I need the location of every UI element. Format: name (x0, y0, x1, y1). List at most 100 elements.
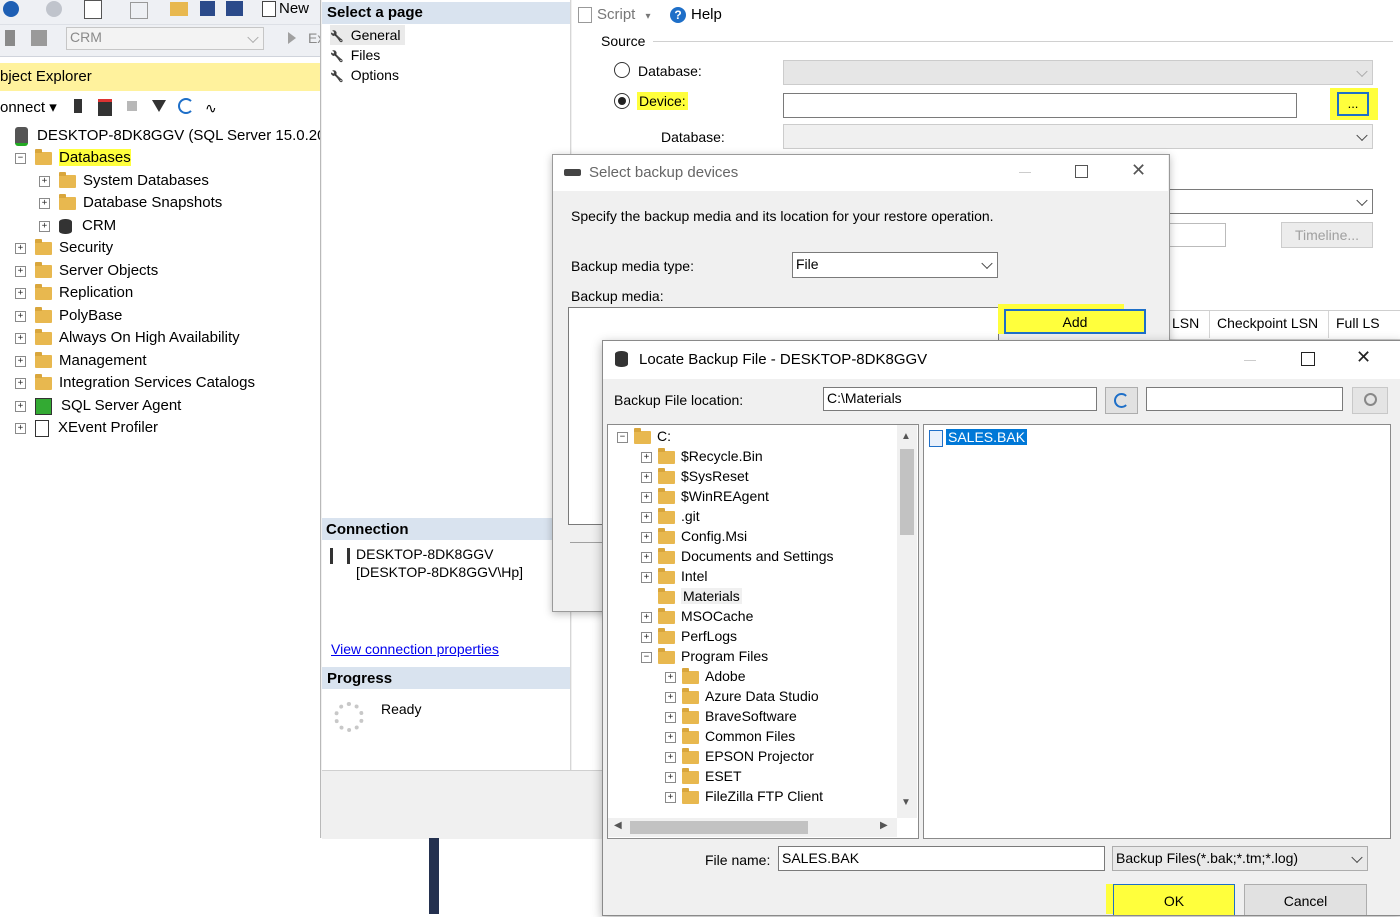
refresh-button[interactable] (1105, 387, 1138, 414)
tree-node[interactable]: Materials (641, 586, 742, 606)
page-item[interactable]: 🔧 Options (330, 65, 399, 85)
tree-node[interactable]: − C: (617, 426, 671, 446)
oe-item[interactable]: + XEvent Profiler (15, 417, 158, 439)
view-connection-properties-link[interactable]: View connection properties (331, 641, 499, 657)
new-project-icon[interactable] (84, 0, 102, 19)
media-type-combo[interactable]: File (792, 252, 998, 278)
databases-node[interactable]: − Databases (15, 147, 131, 169)
expand-icon[interactable]: + (15, 265, 26, 277)
expand-icon[interactable]: + (641, 471, 652, 483)
expand-icon[interactable]: + (665, 711, 676, 723)
new-query-button[interactable]: New (262, 0, 309, 18)
add-item-icon[interactable] (130, 2, 148, 19)
tree-node[interactable]: + ESET (665, 766, 742, 786)
file-name-field[interactable]: SALES.BAK (778, 846, 1105, 871)
tree-node[interactable]: + Azure Data Studio (665, 686, 819, 706)
expand-icon[interactable]: + (665, 671, 676, 683)
help-button[interactable]: ? Help (670, 6, 722, 24)
oe-item[interactable]: + Security (15, 237, 113, 259)
locate-minimize-button[interactable] (1244, 360, 1256, 361)
expand-icon[interactable]: + (665, 751, 676, 763)
page-item[interactable]: 🔧 Files (330, 45, 380, 65)
oe-item[interactable]: + PolyBase (15, 305, 122, 327)
expand-icon[interactable]: + (641, 451, 652, 463)
scroll-up-icon[interactable]: ▲ (901, 431, 911, 442)
device-path-field[interactable] (783, 93, 1297, 118)
script-dropdown-icon[interactable]: ▾ (646, 11, 651, 22)
connect-dropdown[interactable]: onnect ▾ (0, 98, 57, 116)
connect-plug-icon[interactable] (74, 99, 82, 113)
tree-node[interactable]: + $SysReset (641, 466, 749, 486)
oe-item[interactable]: + Always On High Availability (15, 327, 240, 349)
expand-icon[interactable]: + (665, 771, 676, 783)
expand-icon[interactable]: + (15, 287, 26, 299)
expand-icon[interactable]: + (641, 551, 652, 563)
back-icon[interactable] (3, 1, 19, 17)
filter-icon[interactable] (152, 100, 166, 112)
tree-node[interactable]: + Config.Msi (641, 526, 747, 546)
expand-icon[interactable]: + (39, 175, 50, 187)
expand-icon[interactable]: + (641, 631, 652, 643)
scroll-down-icon[interactable]: ▼ (901, 797, 911, 808)
device-radio[interactable] (614, 93, 630, 109)
forward-icon[interactable] (46, 1, 62, 17)
cancel-button[interactable]: Cancel (1244, 884, 1367, 915)
expand-icon[interactable]: + (15, 332, 26, 344)
expand-icon[interactable]: + (665, 691, 676, 703)
scroll-thumb[interactable] (900, 449, 914, 535)
timeline-button[interactable]: Timeline... (1281, 222, 1373, 248)
tree-node[interactable]: + BraveSoftware (665, 706, 797, 726)
ok-button[interactable]: OK (1113, 884, 1235, 915)
locate-close-button[interactable]: ✕ (1356, 347, 1371, 368)
locate-maximize-button[interactable] (1301, 352, 1315, 366)
grid-column-header[interactable]: Full LS (1336, 315, 1380, 331)
maximize-button[interactable] (1075, 165, 1088, 178)
column-separator[interactable] (1328, 311, 1329, 338)
execute-icon[interactable] (288, 32, 296, 44)
tree-node[interactable]: + EPSON Projector (665, 746, 814, 766)
save-all-icon[interactable] (226, 1, 243, 16)
column-separator[interactable] (1209, 311, 1210, 338)
expand-icon[interactable]: + (665, 791, 676, 803)
file-type-filter[interactable]: Backup Files(*.bak;*.tm;*.log) (1112, 846, 1368, 871)
tree-node[interactable]: + Documents and Settings (641, 546, 834, 566)
tree-node[interactable]: + $Recycle.Bin (641, 446, 763, 466)
scroll-left-icon[interactable]: ◀ (614, 820, 622, 831)
oe-item[interactable]: + SQL Server Agent (15, 395, 181, 417)
oe-db-child[interactable]: + System Databases (39, 170, 209, 192)
expand-icon[interactable]: + (15, 377, 26, 389)
oe-db-child[interactable]: + CRM (39, 215, 116, 237)
script-button[interactable]: Script ▾ (578, 6, 651, 24)
tree-node[interactable]: + $WinREAgent (641, 486, 769, 506)
refresh-icon[interactable] (178, 98, 194, 114)
oe-item[interactable]: + Replication (15, 282, 133, 304)
save-icon[interactable] (200, 1, 215, 16)
minimize-button[interactable] (1019, 172, 1031, 173)
destination-database-combo[interactable] (1160, 189, 1373, 214)
grid-column-header[interactable]: LSN (1172, 315, 1199, 331)
server-node[interactable]: DESKTOP-8DK8GGV (SQL Server 15.0.2000.5 (0, 125, 322, 147)
connect-icon[interactable] (5, 30, 15, 46)
collapse-icon[interactable]: − (15, 152, 26, 164)
page-item[interactable]: 🔧 General (330, 25, 405, 45)
add-button[interactable]: Add (1004, 309, 1146, 334)
device-browse-button[interactable]: ... (1337, 92, 1369, 116)
search-button[interactable] (1352, 387, 1388, 414)
tree-node[interactable]: + PerfLogs (641, 626, 737, 646)
available-databases-combo[interactable]: CRM (66, 27, 264, 50)
tree-node[interactable]: + Adobe (665, 666, 745, 686)
tree-node[interactable]: + Intel (641, 566, 707, 586)
h-scroll-thumb[interactable] (630, 821, 808, 834)
expand-icon[interactable]: + (15, 355, 26, 367)
expand-icon[interactable]: + (39, 197, 50, 209)
disconnect-icon[interactable] (31, 30, 47, 46)
grid-column-header[interactable]: Checkpoint LSN (1217, 315, 1318, 331)
scroll-right-icon[interactable]: ▶ (880, 820, 888, 831)
expand-icon[interactable]: + (665, 731, 676, 743)
expand-icon[interactable]: + (39, 220, 50, 232)
expand-icon[interactable]: + (641, 491, 652, 503)
restore-database-combo[interactable] (783, 124, 1373, 149)
tree-node[interactable]: − Program Files (641, 646, 768, 666)
location-field[interactable]: C:\Materials (823, 387, 1097, 411)
database-radio[interactable] (614, 62, 630, 78)
